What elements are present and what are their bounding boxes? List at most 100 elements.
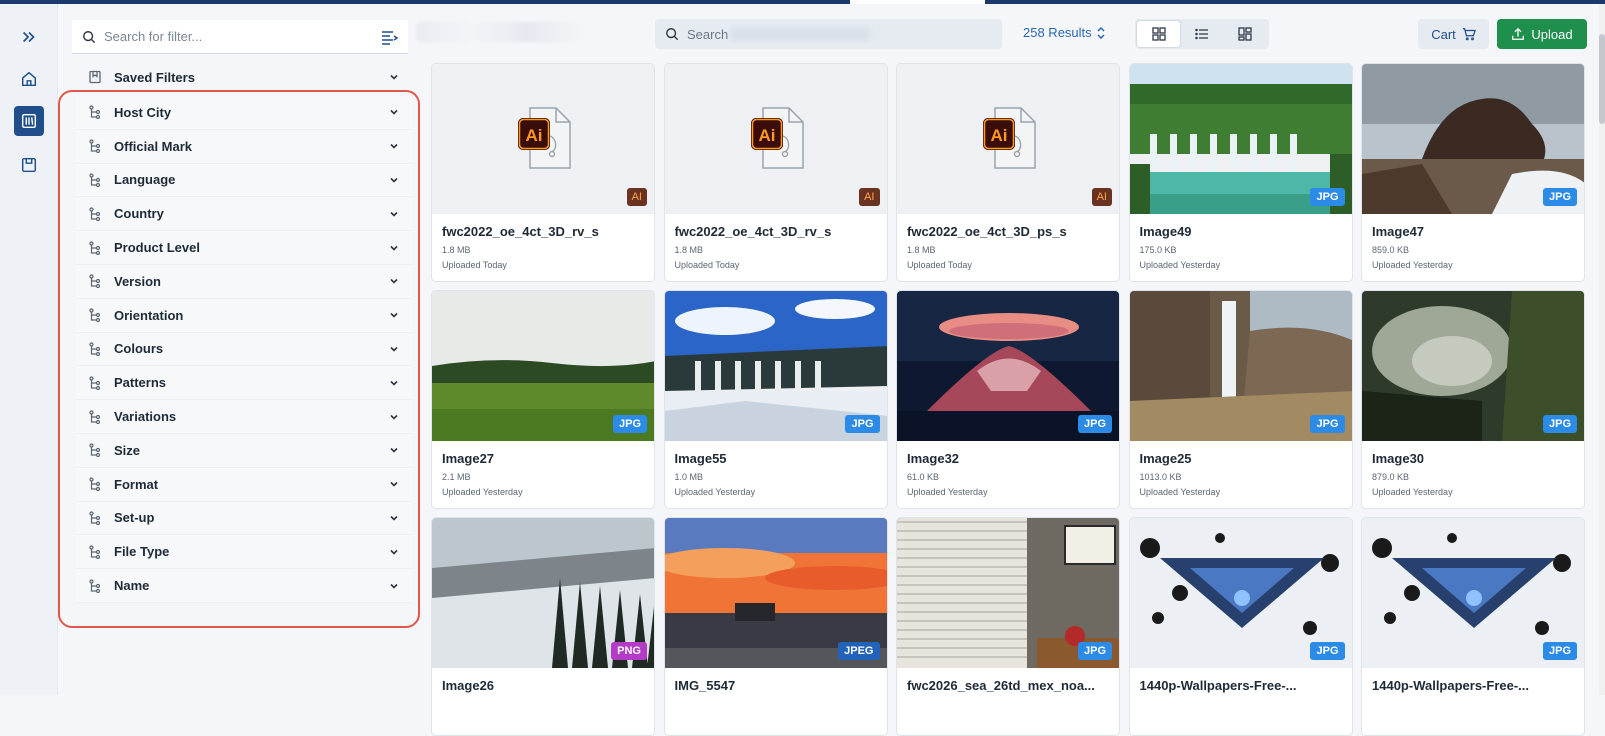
asset-title[interactable]: Image32: [907, 451, 1111, 466]
upload-button[interactable]: Upload: [1497, 19, 1587, 49]
scrollbar[interactable]: [1599, 4, 1605, 695]
asset-thumbnail[interactable]: Ai AI: [897, 64, 1119, 214]
results-sort-dropdown[interactable]: 258 Results: [1023, 25, 1106, 40]
asset-uploaded: Uploaded Today: [907, 260, 972, 270]
asset-thumbnail[interactable]: JPG: [897, 518, 1119, 668]
cart-button[interactable]: Cart: [1418, 19, 1489, 49]
filter-list-icon[interactable]: [380, 28, 398, 46]
asset-uploaded: Uploaded Yesterday: [1139, 260, 1221, 270]
asset-size: 1.8 MB: [442, 245, 471, 255]
search-icon: [83, 30, 96, 43]
file-type-badge: AI: [859, 188, 880, 206]
asset-title[interactable]: fwc2022_oe_4ct_3D_ps_s: [907, 224, 1111, 239]
asset-card[interactable]: Ai AI fwc2022_oe_4ct_3D_rv_s 1.8 MB Uploaded…: [663, 63, 888, 282]
search-icon: [666, 28, 679, 41]
asset-thumbnail[interactable]: PNG: [432, 518, 654, 668]
asset-thumbnail[interactable]: Ai AI: [432, 64, 654, 214]
asset-thumbnail[interactable]: JPG: [1129, 64, 1352, 214]
asset-thumbnail[interactable]: JPEG: [664, 518, 887, 668]
asset-uploaded: Uploaded Yesterday: [1372, 487, 1453, 497]
file-type-badge: AI: [626, 188, 647, 206]
main-search-box[interactable]: [655, 19, 1002, 49]
file-type-badge: AI: [1091, 188, 1112, 206]
grid-view-icon[interactable]: [1137, 21, 1180, 47]
asset-title[interactable]: 1440p-Wallpapers-Free-...: [1372, 678, 1576, 693]
asset-title[interactable]: fwc2022_oe_4ct_3D_rv_s: [442, 224, 646, 239]
asset-title[interactable]: Image49: [1140, 224, 1344, 239]
file-type-badge: JPG: [612, 415, 647, 433]
asset-thumbnail[interactable]: JPG: [1362, 518, 1584, 668]
asset-title[interactable]: Image27: [442, 451, 646, 466]
top-accent-active-segment: [850, 0, 985, 4]
asset-card[interactable]: JPG Image47 859.0 KB Uploaded Yesterday: [1361, 63, 1585, 282]
expand-rail-icon[interactable]: [14, 22, 44, 52]
masonry-view-icon[interactable]: [1223, 21, 1266, 47]
asset-thumbnail[interactable]: JPG: [1129, 291, 1352, 441]
scrollbar-thumb[interactable]: [1599, 34, 1605, 124]
asset-title[interactable]: 1440p-Wallpapers-Free-...: [1140, 678, 1344, 693]
asset-uploaded: Uploaded Yesterday: [1139, 487, 1221, 497]
asset-card[interactable]: JPG Image49 175.0 KB Uploaded Yesterday: [1128, 63, 1353, 282]
list-view-icon[interactable]: [1180, 21, 1223, 47]
saved-filters-row[interactable]: Saved Filters: [76, 62, 412, 92]
asset-uploaded: Uploaded Yesterday: [442, 487, 523, 497]
asset-card[interactable]: JPG fwc2026_sea_26td_mex_noa...: [896, 517, 1120, 736]
sort-updown-icon: [1097, 26, 1105, 39]
asset-card[interactable]: JPG Image55 1.0 MB Uploaded Yesterday: [663, 290, 888, 509]
asset-card[interactable]: JPG 1440p-Wallpapers-Free-...: [1361, 517, 1585, 736]
file-type-badge: JPG: [1077, 642, 1112, 660]
asset-card[interactable]: JPG 1440p-Wallpapers-Free-...: [1128, 517, 1353, 736]
cart-icon: [1462, 28, 1476, 41]
asset-card[interactable]: Ai AI fwc2022_oe_4ct_3D_ps_s 1.8 MB Uploaded…: [896, 63, 1120, 282]
asset-thumbnail[interactable]: JPG: [664, 291, 887, 441]
asset-card[interactable]: PNG Image26: [431, 517, 655, 736]
asset-size: 859.0 KB: [1372, 245, 1410, 255]
file-type-badge: JPG: [1077, 415, 1112, 433]
file-type-badge: JPG: [1310, 415, 1345, 433]
asset-card[interactable]: JPG Image25 1013.0 KB Uploaded Yesterday: [1128, 290, 1353, 509]
asset-title[interactable]: IMG_5547: [675, 678, 879, 693]
file-type-badge: JPG: [1310, 188, 1345, 206]
asset-title[interactable]: Image25: [1140, 451, 1344, 466]
saved-icon[interactable]: [14, 150, 44, 180]
asset-thumbnail[interactable]: JPG: [1362, 64, 1584, 214]
asset-size: 1013.0 KB: [1139, 472, 1182, 482]
file-type-badge: JPG: [1542, 642, 1577, 660]
asset-title[interactable]: fwc2022_oe_4ct_3D_rv_s: [675, 224, 879, 239]
asset-thumbnail[interactable]: JPG: [432, 291, 654, 441]
upload-icon: [1512, 27, 1525, 40]
bookmark-icon: [89, 70, 101, 84]
results-count: 258 Results: [1023, 25, 1092, 40]
asset-size: 1.8 MB: [674, 245, 704, 255]
asset-uploaded: Uploaded Today: [442, 260, 507, 270]
file-type-badge: PNG: [611, 642, 647, 660]
file-type-badge: JPG: [845, 415, 880, 433]
svg-text:Ai: Ai: [758, 126, 775, 145]
asset-card[interactable]: JPG Image30 879.0 KB Uploaded Yesterday: [1361, 290, 1585, 509]
home-icon[interactable]: [14, 64, 44, 94]
asset-title[interactable]: Image47: [1372, 224, 1576, 239]
facet-highlight-box: [58, 90, 420, 628]
asset-uploaded: Uploaded Today: [674, 260, 740, 270]
filter-search-box[interactable]: [72, 20, 408, 54]
asset-size: 61.0 KB: [907, 472, 940, 482]
asset-card[interactable]: JPG Image32 61.0 KB Uploaded Yesterday: [896, 290, 1120, 509]
asset-size: 879.0 KB: [1372, 472, 1410, 482]
asset-title[interactable]: Image26: [442, 678, 646, 693]
filter-search-input[interactable]: [104, 29, 380, 44]
asset-thumbnail[interactable]: JPG: [1129, 518, 1352, 668]
asset-size: 2.1 MB: [442, 472, 471, 482]
asset-thumbnail[interactable]: JPG: [897, 291, 1119, 441]
asset-thumbnail[interactable]: JPG: [1362, 291, 1584, 441]
asset-card[interactable]: JPEG IMG_5547: [663, 517, 888, 736]
asset-card[interactable]: JPG Image27 2.1 MB Uploaded Yesterday: [431, 290, 655, 509]
asset-title[interactable]: fwc2026_sea_26td_mex_noa...: [907, 678, 1111, 693]
asset-thumbnail[interactable]: Ai AI: [664, 64, 887, 214]
asset-card[interactable]: Ai AI fwc2022_oe_4ct_3D_rv_s 1.8 MB Uploaded…: [431, 63, 655, 282]
saved-filters-label: Saved Filters: [114, 69, 195, 85]
asset-size: 1.0 MB: [674, 472, 704, 482]
asset-title[interactable]: Image30: [1372, 451, 1576, 466]
library-icon[interactable]: [14, 106, 44, 136]
asset-title[interactable]: Image55: [675, 451, 879, 466]
asset-uploaded: Uploaded Yesterday: [674, 487, 756, 497]
